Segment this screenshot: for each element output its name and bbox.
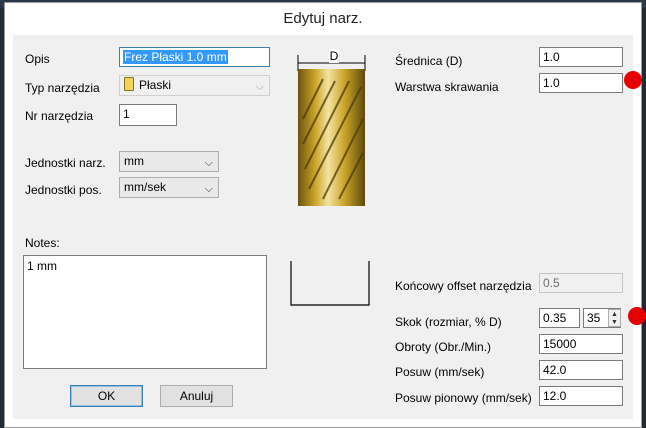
- srednica-input[interactable]: 1.0: [539, 47, 623, 67]
- title-bar: Edytuj narz.: [5, 3, 641, 35]
- offset-input: 0.5: [539, 273, 623, 293]
- opis-input[interactable]: Frez Płaski 1.0 mm: [119, 47, 270, 67]
- skok-spinner[interactable]: ▲ ▼: [608, 309, 621, 327]
- jednostki-narz-label: Jednostki narz.: [25, 156, 106, 170]
- obroty-input[interactable]: 15000: [539, 334, 623, 354]
- skok-input[interactable]: 0.35: [539, 308, 580, 328]
- dimension-label: D: [329, 49, 339, 63]
- annotation-marker: [624, 71, 642, 89]
- typ-narzedzia-label: Typ narzędzia: [25, 81, 100, 95]
- cancel-button[interactable]: Anuluj: [160, 385, 233, 407]
- nr-narzedzia-label: Nr narzędzia: [25, 109, 94, 123]
- typ-narzedzia-select[interactable]: Płaski ⌵: [119, 75, 270, 96]
- chevron-down-icon: ⌵: [255, 81, 264, 93]
- ok-button[interactable]: OK: [70, 385, 143, 407]
- posuw-label: Posuw (mm/sek): [395, 365, 485, 379]
- jednostki-pos-select[interactable]: mm/sek ⌵: [119, 177, 219, 198]
- tool-diagram: [297, 55, 366, 206]
- chevron-down-icon: ⌵: [204, 157, 213, 169]
- typ-narzedzia-value: Płaski: [139, 78, 172, 92]
- offset-label: Końcowy offset narzędzia: [395, 279, 532, 293]
- notes-textarea[interactable]: 1 mm: [23, 255, 267, 369]
- jednostki-narz-select[interactable]: mm ⌵: [119, 151, 219, 172]
- skok-label: Skok (rozmiar, % D): [395, 315, 502, 329]
- opis-label: Opis: [25, 52, 50, 66]
- posuw-input[interactable]: 42.0: [539, 360, 623, 380]
- posuw-pionowy-input[interactable]: 12.0: [539, 386, 623, 406]
- edit-tool-dialog: Edytuj narz. Opis Frez Płaski 1.0 mm Typ…: [4, 2, 642, 428]
- dialog-body: Opis Frez Płaski 1.0 mm Typ narzędzia Pł…: [13, 35, 633, 419]
- workpiece-diagram: [290, 261, 370, 306]
- flat-tool-icon: [124, 77, 134, 91]
- posuw-pionowy-label: Posuw pionowy (mm/sek): [395, 391, 532, 405]
- spin-down-icon[interactable]: ▼: [609, 318, 620, 326]
- srednica-label: Średnica (D): [395, 54, 463, 68]
- opis-input-text: Frez Płaski 1.0 mm: [123, 50, 228, 64]
- jednostki-narz-value: mm: [124, 154, 144, 168]
- jednostki-pos-label: Jednostki pos.: [25, 183, 102, 197]
- dialog-title: Edytuj narz.: [283, 10, 363, 27]
- spin-up-icon[interactable]: ▲: [609, 310, 620, 318]
- annotation-marker: [628, 307, 646, 325]
- obroty-label: Obroty (Obr./Min.): [395, 340, 492, 354]
- chevron-down-icon: ⌵: [204, 183, 213, 195]
- jednostki-pos-value: mm/sek: [124, 180, 166, 194]
- warstwa-input[interactable]: 1.0: [539, 73, 623, 93]
- nr-narzedzia-input[interactable]: 1: [119, 104, 177, 126]
- notes-label: Notes:: [25, 236, 60, 250]
- warstwa-label: Warstwa skrawania: [395, 80, 499, 94]
